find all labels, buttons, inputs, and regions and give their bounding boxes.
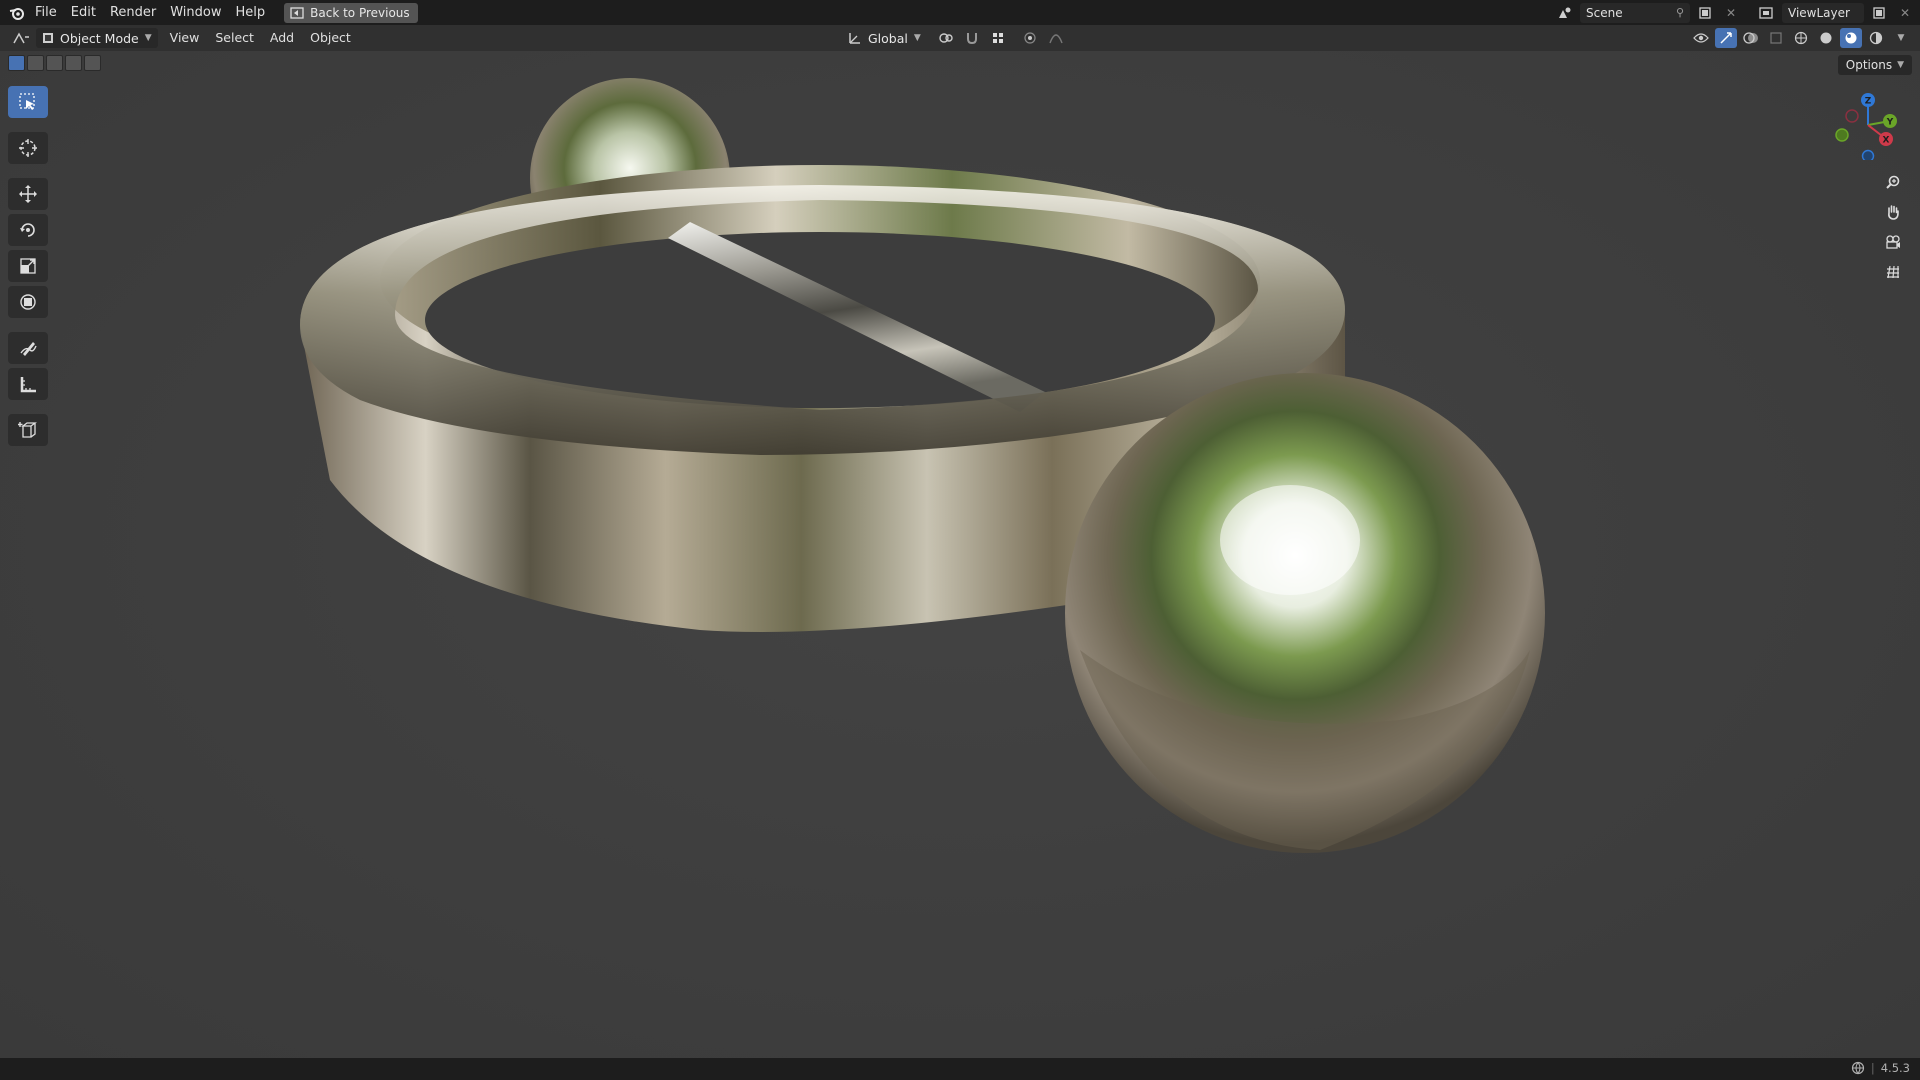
new-scene-icon[interactable] xyxy=(1694,3,1716,23)
top-menu-bar: File Edit Render Window Help Back to Pre… xyxy=(0,0,1920,25)
menu-view[interactable]: View xyxy=(162,25,208,51)
measure-ruler-icon xyxy=(20,377,36,393)
gizmo-z-label: Z xyxy=(1865,97,1872,107)
overlays-toggle-icon[interactable] xyxy=(1740,28,1762,48)
orientation-axes-icon xyxy=(849,33,860,44)
select-subtract-mode-icon[interactable] xyxy=(46,55,63,71)
pan-hand-icon[interactable] xyxy=(1881,200,1905,224)
tool-shelf xyxy=(8,86,48,446)
visibility-eye-icon[interactable] xyxy=(1690,28,1712,48)
version-number: 4.5.3 xyxy=(1880,1061,1910,1075)
xray-toggle-icon[interactable] xyxy=(1765,28,1787,48)
back-screen-icon xyxy=(290,6,304,19)
options-dropdown[interactable]: Options ▼ xyxy=(1837,55,1912,75)
network-globe-icon xyxy=(1851,1061,1864,1075)
select-extend-mode-icon[interactable] xyxy=(27,55,44,71)
select-box-tool[interactable] xyxy=(8,86,48,118)
menu-select[interactable]: Select xyxy=(207,25,262,51)
scale-icon xyxy=(20,258,36,274)
add-cube-tool[interactable] xyxy=(8,414,48,446)
measure-tool[interactable] xyxy=(8,368,48,400)
blender-logo-icon[interactable] xyxy=(6,3,28,23)
zoom-magnifier-icon[interactable] xyxy=(1881,170,1905,194)
cursor-icon xyxy=(19,139,37,157)
orthographic-grid-icon[interactable] xyxy=(1881,260,1905,284)
selection-mode-group xyxy=(8,55,101,71)
annotate-pencil-icon xyxy=(20,342,37,356)
menu-file[interactable]: File xyxy=(28,0,64,25)
select-new-mode-icon[interactable] xyxy=(8,55,25,71)
wireframe-shading-icon[interactable] xyxy=(1790,28,1812,48)
transform-icon xyxy=(20,294,36,310)
menu-add[interactable]: Add xyxy=(262,25,302,51)
select-invert-mode-icon[interactable] xyxy=(65,55,82,71)
rotate-icon xyxy=(20,223,35,237)
pivot-point-icon[interactable] xyxy=(935,28,957,48)
menu-object[interactable]: Object xyxy=(302,25,359,51)
menu-help[interactable]: Help xyxy=(229,0,273,25)
menu-edit[interactable]: Edit xyxy=(64,0,103,25)
view-layer-name: ViewLayer xyxy=(1788,5,1850,20)
snap-toggle-icon[interactable] xyxy=(961,28,983,48)
annotate-tool[interactable] xyxy=(8,332,48,364)
select-box-icon xyxy=(19,93,35,110)
cursor-tool[interactable] xyxy=(8,132,48,164)
gizmo-neg-x-axis[interactable] xyxy=(1845,109,1859,123)
add-cube-icon xyxy=(18,422,37,438)
solid-shading-icon[interactable] xyxy=(1815,28,1837,48)
transform-tools-group: Global ▼ xyxy=(838,28,1067,48)
move-tool[interactable] xyxy=(8,178,48,210)
rotate-tool[interactable] xyxy=(8,214,48,246)
scene-name: Scene xyxy=(1586,5,1623,20)
move-icon xyxy=(19,185,37,203)
gizmo-y-label: Y xyxy=(1886,118,1894,128)
transform-orientation-dropdown[interactable]: Global ▼ xyxy=(842,28,927,48)
material-preview-shading-icon[interactable] xyxy=(1840,28,1862,48)
scene-name-field[interactable]: Scene ⚲ xyxy=(1580,2,1690,23)
object-mode-dropdown[interactable]: Object Mode ▼ xyxy=(36,28,158,48)
status-bar: | 4.5.3 xyxy=(0,1058,1920,1080)
transform-tool[interactable] xyxy=(8,286,48,318)
delete-scene-icon[interactable]: ✕ xyxy=(1720,3,1742,23)
options-label: Options xyxy=(1845,58,1893,72)
viewport-display-tools: ▼ xyxy=(1690,28,1912,48)
proportional-editing-icon[interactable] xyxy=(1019,28,1041,48)
chevron-down-icon: ▼ xyxy=(144,33,152,43)
back-to-previous-label: Back to Previous xyxy=(310,5,410,20)
gizmo-neg-y-axis[interactable] xyxy=(1835,128,1849,142)
menu-window[interactable]: Window xyxy=(163,0,228,25)
editor-type-icon[interactable] xyxy=(10,28,32,48)
new-view-layer-icon[interactable] xyxy=(1868,3,1890,23)
rendered-shading-icon[interactable] xyxy=(1865,28,1887,48)
transform-orientation-label: Global xyxy=(868,30,908,46)
viewport-nav-buttons xyxy=(1881,170,1905,284)
select-intersect-mode-icon[interactable] xyxy=(84,55,101,71)
gizmo-neg-z-axis[interactable] xyxy=(1861,149,1875,161)
object-mode-icon xyxy=(43,33,53,43)
chevron-down-icon: ▼ xyxy=(1897,60,1904,70)
pin-icon[interactable]: ⚲ xyxy=(1676,6,1684,19)
object-mode-label: Object Mode xyxy=(60,30,139,46)
gizmo-toggle-icon[interactable] xyxy=(1715,28,1737,48)
delete-view-layer-icon[interactable]: ✕ xyxy=(1894,3,1916,23)
snap-target-icon[interactable] xyxy=(987,28,1009,48)
chevron-down-icon: ▼ xyxy=(913,33,921,43)
back-to-previous-button[interactable]: Back to Previous xyxy=(284,2,418,23)
view-layer-selector-icon[interactable] xyxy=(1756,3,1778,23)
viewport-3d[interactable] xyxy=(0,0,1920,1080)
shading-options-chevron-icon[interactable]: ▼ xyxy=(1890,28,1912,48)
navigation-gizmo[interactable]: Z Y X xyxy=(1830,90,1900,160)
gizmo-x-label: X xyxy=(1883,136,1890,146)
scale-tool[interactable] xyxy=(8,250,48,282)
version-info: | 4.5.3 xyxy=(1851,1061,1910,1075)
falloff-curve-icon[interactable] xyxy=(1045,28,1067,48)
scene-selector-icon[interactable] xyxy=(1554,3,1576,23)
view-layer-field[interactable]: ViewLayer xyxy=(1782,2,1864,23)
camera-view-icon[interactable] xyxy=(1881,230,1905,254)
menu-render[interactable]: Render xyxy=(103,0,163,25)
